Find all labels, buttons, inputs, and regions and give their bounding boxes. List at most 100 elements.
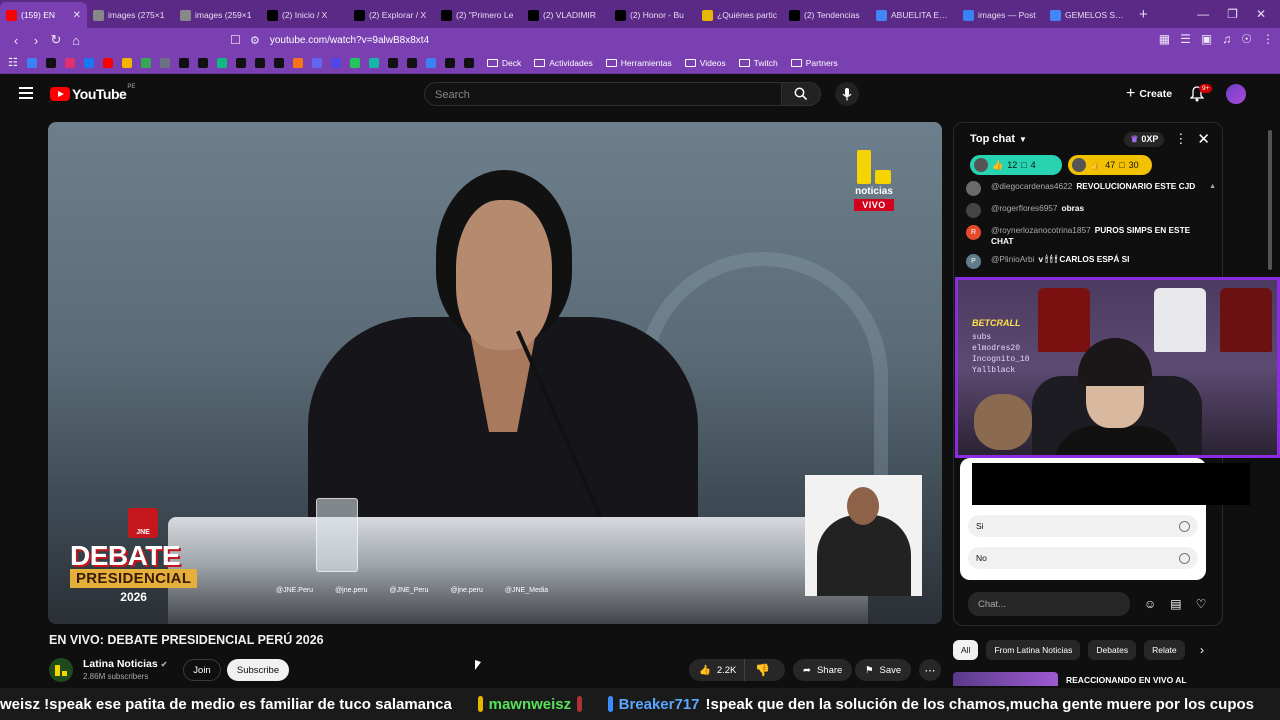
bookmark-favicon-icon[interactable] xyxy=(45,57,56,68)
pinned-highlight-2[interactable]: 👍 47 □ 30 xyxy=(1068,155,1152,175)
menu-icon[interactable]: ⋮ xyxy=(1262,32,1274,46)
share-button[interactable]: ➦ Share xyxy=(793,659,853,681)
browser-tab[interactable]: (2) Explorar / X xyxy=(348,2,435,28)
bookmark-favicon-icon[interactable] xyxy=(425,57,436,68)
heart-icon[interactable]: ♡ xyxy=(1196,597,1207,611)
bookmark-favicon-icon[interactable] xyxy=(64,57,75,68)
bookmark-favicon-icon[interactable] xyxy=(102,57,113,68)
bookmark-favicon-icon[interactable] xyxy=(273,57,284,68)
pinned-highlight-1[interactable]: 👍 12 □ 4 xyxy=(970,155,1062,175)
back-arrow-icon[interactable]: ‹ xyxy=(6,33,26,48)
chat-mode-dropdown[interactable]: Top chat ▼ xyxy=(970,133,1027,145)
more-actions-button[interactable]: ⋯ xyxy=(919,659,941,681)
music-icon[interactable]: ♫ xyxy=(1222,32,1231,46)
browser-tab[interactable]: (2) Tendencias xyxy=(783,2,870,28)
bookmark-favicon-icon[interactable] xyxy=(140,57,151,68)
chip-related[interactable]: Relate xyxy=(1144,640,1185,660)
dislike-button[interactable]: 👎 xyxy=(745,663,770,677)
browser-tab[interactable]: GEMELOS SALA xyxy=(1044,2,1131,28)
bookmark-favicon-icon[interactable] xyxy=(387,57,398,68)
bookmark-folder[interactable]: Actividades xyxy=(534,58,593,68)
bookmark-favicon-icon[interactable] xyxy=(121,57,132,68)
bookmark-folder[interactable]: Herramientas xyxy=(605,58,672,68)
shield-icon[interactable]: ☉ xyxy=(1241,32,1252,46)
browser-tab[interactable]: (2) Inicio / X xyxy=(261,2,348,28)
bookmark-favicon-icon[interactable] xyxy=(368,57,379,68)
page-scrollbar[interactable] xyxy=(1268,120,1274,680)
join-button[interactable]: Join xyxy=(183,659,221,681)
bookmark-favicon-icon[interactable] xyxy=(349,57,360,68)
emoji-icon[interactable]: ☺ xyxy=(1144,597,1156,611)
bookmark-favicon-icon[interactable] xyxy=(311,57,322,68)
site-info-icon[interactable]: ⚙ xyxy=(250,34,260,47)
maximize-icon[interactable]: ❐ xyxy=(1227,7,1238,21)
browser-tab[interactable]: ABUELITA EN 8 xyxy=(870,2,957,28)
browser-tab[interactable]: images (275×1 xyxy=(87,2,174,28)
like-button[interactable]: 👍 2.2K xyxy=(689,659,746,681)
bookmark-folder[interactable]: Deck xyxy=(486,58,521,68)
bookmark-favicon-icon[interactable] xyxy=(178,57,189,68)
chip-debates[interactable]: Debates xyxy=(1088,640,1137,660)
chat-message[interactable]: @rogerflores6957 obras xyxy=(966,203,1210,218)
video-player[interactable]: @JNE.Peru @jne.peru @JNE_Peru @jne.peru @JNE… xyxy=(48,122,942,624)
reload-icon[interactable]: ↻ xyxy=(46,32,66,48)
browser-tab[interactable]: ¿Quiénes partic xyxy=(696,2,783,28)
bookmark-favicon-icon[interactable] xyxy=(292,57,303,68)
bookmark-folder[interactable]: Partners xyxy=(790,58,838,68)
recommended-video[interactable]: REACCIONANDO EN VIVO AL xyxy=(953,672,1223,686)
browser-tab[interactable]: (2) "Primero Le xyxy=(435,2,522,28)
voice-search-button[interactable] xyxy=(835,82,859,106)
chat-message[interactable]: P @PlinioArbi v 🕯 🕯 🕯 CARLOS ESPÁ SI xyxy=(966,254,1210,269)
search-input[interactable] xyxy=(425,83,777,107)
extension-icon[interactable]: ▦ xyxy=(1159,32,1170,46)
browser-tab[interactable]: (159) EN ✕ xyxy=(0,2,87,28)
poll-option-no[interactable]: No xyxy=(968,547,1198,569)
bookmark-favicon-icon[interactable] xyxy=(463,57,474,68)
browser-tab[interactable]: (2) Honor - Bu xyxy=(609,2,696,28)
bookmark-favicon-icon[interactable] xyxy=(254,57,265,68)
close-window-icon[interactable]: ✕ xyxy=(1256,7,1266,21)
minimize-icon[interactable]: — xyxy=(1197,7,1209,21)
bookmark-favicon-icon[interactable] xyxy=(216,57,227,68)
chat-input[interactable] xyxy=(968,592,1130,616)
bookmark-favicon-icon[interactable] xyxy=(235,57,246,68)
chevron-right-icon[interactable]: › xyxy=(1200,643,1204,657)
bookmark-favicon-icon[interactable] xyxy=(159,57,170,68)
url-field[interactable]: ⚙ youtube.com/watch?v=9alwB8x8xt4 xyxy=(250,30,970,50)
menu-hamburger-icon[interactable] xyxy=(19,87,33,102)
home-icon[interactable]: ⌂ xyxy=(66,33,86,48)
channel-name-link[interactable]: Latina Noticias ✔ xyxy=(83,658,167,670)
poll-option-si[interactable]: Si xyxy=(968,515,1198,537)
chat-message[interactable]: @diegocardenas4622 REVOLUCIONARIO ESTE CJ… xyxy=(966,181,1210,196)
translate-icon[interactable]: ☰ xyxy=(1180,32,1191,46)
chat-scroll-up-icon[interactable]: ▲ xyxy=(1209,183,1216,190)
browser-tab[interactable]: images (259×1 xyxy=(174,2,261,28)
chip-from-latina[interactable]: From Latina Noticias xyxy=(986,640,1081,660)
bookmark-favicon-icon[interactable] xyxy=(444,57,455,68)
chat-more-icon[interactable]: ⋮ xyxy=(1174,131,1187,147)
bookmark-folder[interactable]: Twitch xyxy=(738,58,778,68)
bookmark-folder[interactable]: Videos xyxy=(684,58,726,68)
subscribe-button[interactable]: Subscribe xyxy=(227,659,289,681)
save-button[interactable]: ⚑ Save xyxy=(855,659,912,681)
channel-avatar[interactable] xyxy=(49,658,73,682)
close-chat-icon[interactable]: ✕ xyxy=(1197,130,1210,148)
xp-badge[interactable]: ♛ 0XP xyxy=(1124,131,1165,147)
bookmark-favicon-icon[interactable] xyxy=(330,57,341,68)
puzzle-icon[interactable]: ▣ xyxy=(1201,32,1212,46)
create-button[interactable]: + Create xyxy=(1116,83,1182,105)
bookmark-favicon-icon[interactable] xyxy=(26,57,37,68)
bookmark-favicon-icon[interactable] xyxy=(406,57,417,68)
browser-tab[interactable]: images — Post xyxy=(957,2,1044,28)
bookmark-icon[interactable]: ☐ xyxy=(230,33,241,47)
search-button[interactable] xyxy=(781,82,821,106)
youtube-logo[interactable]: YouTube PE xyxy=(50,84,135,102)
chat-message[interactable]: R @roynerlozanocotrina1857 PUROS SIMPS EN… xyxy=(966,225,1210,247)
super-chat-icon[interactable]: ▤ xyxy=(1170,597,1181,611)
browser-tab[interactable]: (2) VLADIMIR xyxy=(522,2,609,28)
forward-arrow-icon[interactable]: › xyxy=(26,33,46,48)
new-tab-button[interactable]: + xyxy=(1131,6,1156,23)
bookmark-favicon-icon[interactable] xyxy=(83,57,94,68)
apps-grid-icon[interactable]: ☷ xyxy=(8,56,18,69)
account-avatar[interactable] xyxy=(1226,84,1246,104)
